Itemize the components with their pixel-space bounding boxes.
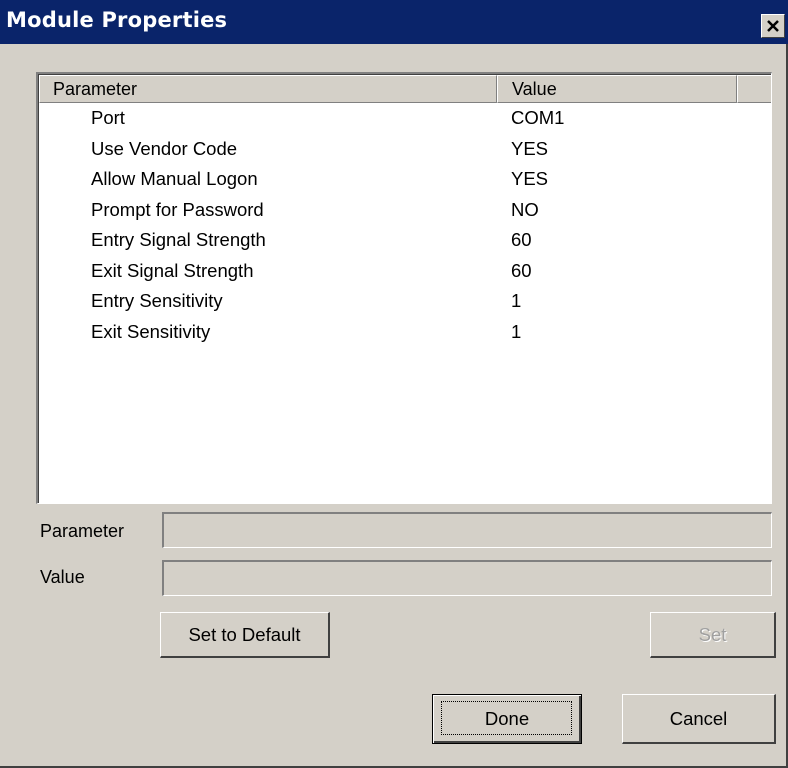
list-item-value: COM1 (511, 107, 565, 128)
list-item-parameter: Entry Sensitivity (91, 290, 223, 311)
list-item-parameter: Exit Sensitivity (91, 320, 211, 342)
title-bar[interactable]: Module Properties (0, 0, 788, 44)
cancel-button[interactable]: Cancel (622, 694, 776, 744)
close-button[interactable] (761, 14, 785, 38)
value-input[interactable] (164, 562, 771, 595)
set-to-default-label: Set to Default (188, 623, 301, 645)
column-header-parameter[interactable]: Parameter (39, 75, 497, 103)
list-item-value: YES (511, 168, 549, 189)
set-to-default-button[interactable]: Set to Default (160, 612, 330, 658)
column-header-empty (737, 75, 771, 103)
list-item-parameter: Use Vendor Code (91, 137, 238, 159)
list-item-value: 1 (511, 320, 522, 342)
cancel-label: Cancel (669, 707, 728, 729)
list-item[interactable]: Prompt for Password NO (39, 195, 771, 226)
value-label: Value (40, 567, 85, 587)
list-item-parameter: Allow Manual Logon (91, 168, 258, 189)
done-label: Done (484, 708, 530, 729)
list-item-value: 60 (511, 229, 532, 250)
parameter-list[interactable]: Parameter Value Port COM1 Use Vendor Code Y… (36, 72, 772, 504)
list-item[interactable]: Allow Manual Logon YES (39, 164, 771, 195)
list-item-parameter: Prompt for Password (91, 198, 264, 220)
list-item-value: NO (511, 198, 539, 220)
list-item[interactable]: Port COM1 (39, 103, 771, 134)
list-item[interactable]: Use Vendor Code YES (39, 134, 771, 165)
module-properties-dialog: Module Properties Parameter Value Port CO… (0, 0, 788, 768)
window-title: Module Properties (6, 8, 228, 32)
set-label: Set (698, 623, 727, 645)
close-icon (767, 20, 779, 32)
list-item-parameter: Exit Signal Strength (91, 259, 254, 281)
set-button[interactable]: Set (650, 612, 776, 658)
parameter-input[interactable] (164, 514, 771, 547)
list-item[interactable]: Entry Signal Strength 60 (39, 225, 771, 256)
column-header-value[interactable]: Value (497, 75, 737, 103)
done-button[interactable]: Done (432, 694, 582, 744)
list-item-parameter: Entry Signal Strength (91, 229, 266, 250)
list-item[interactable]: Exit Signal Strength 60 (39, 256, 771, 287)
list-item[interactable]: Exit Sensitivity 1 (39, 317, 771, 348)
list-item-value: 1 (511, 290, 522, 311)
list-item-parameter: Port (91, 107, 125, 128)
parameter-label: Parameter (40, 521, 125, 541)
list-item-value: 60 (511, 259, 532, 281)
value-field[interactable] (162, 560, 772, 596)
list-header: Parameter Value (39, 75, 771, 103)
list-item[interactable]: Entry Sensitivity 1 (39, 286, 771, 317)
list-rows: Port COM1 Use Vendor Code YES Allow Manual L… (39, 103, 771, 347)
list-item-value: YES (511, 137, 549, 159)
parameter-field[interactable] (162, 512, 772, 548)
